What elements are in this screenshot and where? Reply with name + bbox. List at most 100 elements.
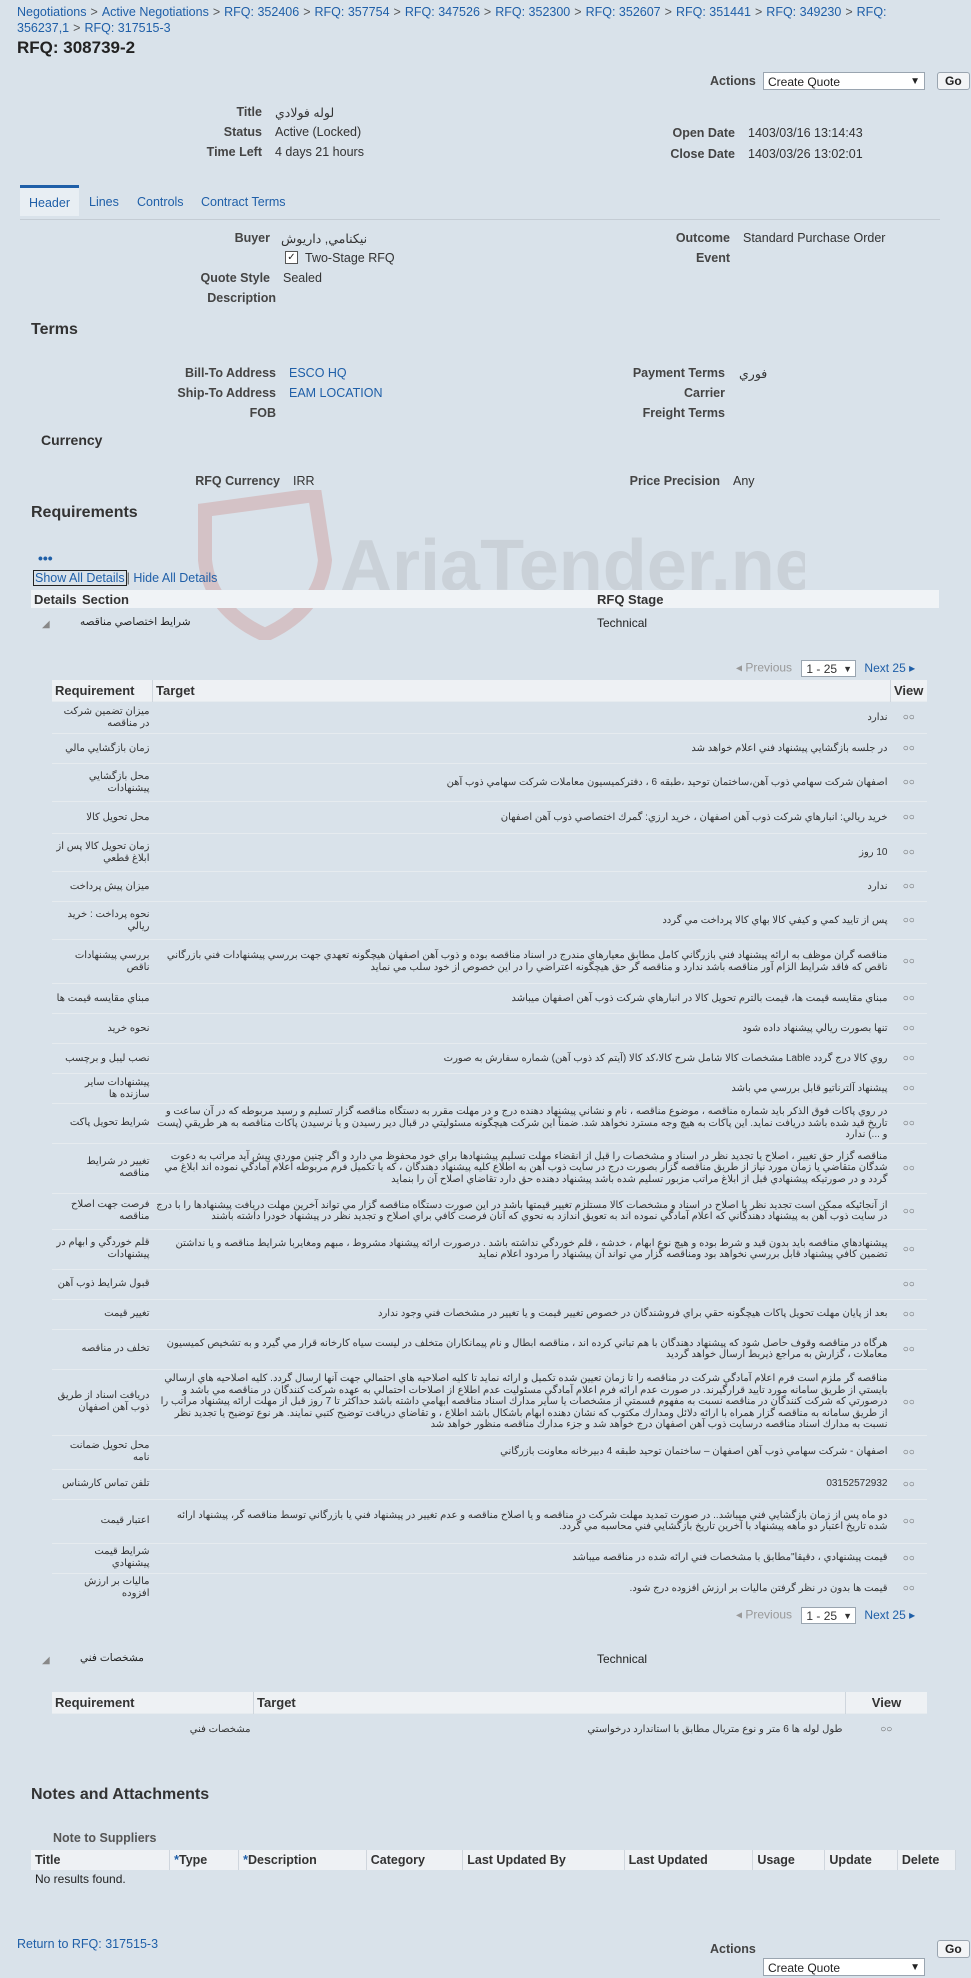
section-name: شرايط اختصاصي مناقصه xyxy=(80,616,191,628)
breadcrumb-link[interactable]: Negotiations xyxy=(17,5,87,19)
table-row: قبول شرايط ذوب آهن ○○ xyxy=(52,1268,927,1299)
previous-link[interactable]: ◂ Previous xyxy=(736,1608,792,1622)
breadcrumb-link[interactable]: RFQ: 317515-3 xyxy=(84,21,170,35)
two-stage-checkbox[interactable]: ✓ xyxy=(285,251,298,264)
requirement-cell: قلم خوردگي و ابهام در پيشنهادات xyxy=(52,1228,153,1269)
col-requirement: Requirement xyxy=(52,1692,254,1714)
view-icon[interactable]: ○○ xyxy=(890,1043,927,1074)
bill-to-link[interactable]: ESCO HQ xyxy=(289,366,347,380)
actions-select-bottom[interactable]: Create Quote ▼ xyxy=(763,1958,925,1976)
view-icon[interactable]: ○○ xyxy=(890,1103,927,1143)
payment-terms-value: فوري xyxy=(739,367,768,381)
view-icon[interactable]: ○○ xyxy=(890,701,927,734)
view-icon[interactable]: ○○ xyxy=(890,1192,927,1229)
requirement-cell: محل تحويل كالا xyxy=(52,801,153,834)
view-icon[interactable]: ○○ xyxy=(890,1468,927,1499)
view-icon[interactable]: ○○ xyxy=(890,1142,927,1193)
chevron-down-icon: ▼ xyxy=(843,1611,853,1621)
view-icon[interactable]: ○○ xyxy=(890,1368,927,1435)
view-icon[interactable]: ○○ xyxy=(890,1298,927,1329)
view-icon[interactable]: ○○ xyxy=(890,1013,927,1044)
breadcrumb-separator: > xyxy=(393,5,401,19)
breadcrumb-link[interactable]: RFQ: 347526 xyxy=(405,5,480,19)
view-icon[interactable]: ○○ xyxy=(890,1328,927,1369)
target-cell: دو ماه پس از زمان بازگشايي فني ميباشد.. … xyxy=(152,1498,891,1543)
requirement-cell: پيشنهادات ساير سازنده ها xyxy=(52,1073,153,1104)
col-details: Details xyxy=(34,592,77,607)
next-link[interactable]: Next 25 ▸ xyxy=(864,1608,915,1622)
actions-select[interactable]: Create Quote ▼ xyxy=(763,72,925,90)
target-cell: هرگاه در مناقصه وقوف حاصل شود كه پيشنهاد… xyxy=(152,1328,891,1369)
requirement-cell: اعتبار قيمت xyxy=(52,1498,153,1543)
view-icon[interactable]: ○○ xyxy=(890,983,927,1014)
breadcrumb-link[interactable]: RFQ: 351441 xyxy=(676,5,751,19)
view-icon[interactable]: ○○ xyxy=(890,833,927,872)
collapse-triangle-icon[interactable]: ◢ xyxy=(42,1655,50,1666)
breadcrumb-link[interactable]: Active Negotiations xyxy=(102,5,209,19)
tab-contract-terms[interactable]: Contract Terms xyxy=(201,195,286,209)
requirement-cell: مشخصات فني xyxy=(52,1713,254,1746)
requirements-table-2: Requirement Target View مشخصات فني طول لو… xyxy=(52,1692,927,1746)
view-icon[interactable]: ○○ xyxy=(890,1572,927,1603)
target-cell: بعد از پايان مهلت تحويل پاكات هيچگونه حق… xyxy=(152,1298,891,1329)
details-toggle: Show All Details | Hide All Details xyxy=(33,570,218,586)
breadcrumb-separator: > xyxy=(754,5,763,19)
ship-to-link[interactable]: EAM LOCATION xyxy=(289,386,383,400)
view-icon[interactable]: ○○ xyxy=(890,1542,927,1573)
bill-to-label: Bill-To Address xyxy=(185,366,276,380)
view-icon[interactable]: ○○ xyxy=(845,1713,927,1746)
table-row: زمان تحويل كالا پس از ابلاغ قطعي 10 روز ○○ xyxy=(52,833,927,872)
col-section: Section xyxy=(82,592,129,607)
view-icon[interactable]: ○○ xyxy=(890,939,927,984)
more-icon[interactable]: ••• xyxy=(38,550,53,566)
table-row: قلم خوردگي و ابهام در پيشنهادات پيشنهادها… xyxy=(52,1228,927,1269)
view-icon[interactable]: ○○ xyxy=(890,1073,927,1104)
target-cell: اصفهان شركت سهامي ذوب آهن،ساختمان توحيد … xyxy=(152,763,891,802)
tab-header[interactable]: Header xyxy=(20,185,79,216)
breadcrumb-link[interactable]: RFQ: 349230 xyxy=(766,5,841,19)
hide-all-details-link[interactable]: Hide All Details xyxy=(133,571,217,585)
breadcrumb-link[interactable]: RFQ: 352406 xyxy=(224,5,299,19)
go-button-bottom[interactable]: Go xyxy=(937,1940,970,1958)
view-icon[interactable]: ○○ xyxy=(890,1268,927,1299)
breadcrumb-link[interactable]: RFQ: 352300 xyxy=(495,5,570,19)
breadcrumb-link[interactable]: RFQ: 357754 xyxy=(315,5,390,19)
view-icon[interactable]: ○○ xyxy=(890,871,927,902)
requirement-cell: بررسي پيشنهادات ناقص xyxy=(52,939,153,984)
breadcrumb-separator: > xyxy=(845,5,853,19)
section-stage: Technical xyxy=(597,1652,648,1666)
section-name: مشخصات فني xyxy=(80,1652,144,1664)
view-icon[interactable]: ○○ xyxy=(890,733,927,764)
target-cell: 03152572932 xyxy=(152,1468,891,1499)
two-stage-label: Two-Stage RFQ xyxy=(305,251,395,265)
go-button[interactable]: Go xyxy=(937,72,970,90)
collapse-triangle-icon[interactable]: ◢ xyxy=(42,619,50,630)
target-cell: قيمت ها بدون در نظر گرفتن ماليات بر ارزش… xyxy=(152,1572,891,1603)
terms-heading: Terms xyxy=(31,321,78,338)
target-cell: تنها بصورت ريالي پيشنهاد داده شود xyxy=(152,1013,891,1044)
view-icon[interactable]: ○○ xyxy=(890,763,927,802)
carrier-label: Carrier xyxy=(684,386,725,400)
show-all-details-link[interactable]: Show All Details xyxy=(33,570,127,586)
table-header-row: Requirement Target View xyxy=(52,680,927,702)
view-icon[interactable]: ○○ xyxy=(890,901,927,940)
view-icon[interactable]: ○○ xyxy=(890,1498,927,1543)
title-label: Title xyxy=(236,105,262,119)
rfq-currency-label: RFQ Currency xyxy=(195,474,280,488)
target-cell: ندارد xyxy=(152,701,891,734)
view-icon[interactable]: ○○ xyxy=(890,1228,927,1269)
page-range-select[interactable]: 1 - 25 ▼ xyxy=(801,1607,857,1624)
view-icon[interactable]: ○○ xyxy=(890,801,927,834)
tab-controls[interactable]: Controls xyxy=(137,195,184,209)
breadcrumb: Negotiations > Active Negotiations > RFQ: 35… xyxy=(17,4,947,36)
page-range-select[interactable]: 1 - 25 ▼ xyxy=(801,660,857,677)
next-link[interactable]: Next 25 ▸ xyxy=(864,661,915,675)
return-link[interactable]: Return to RFQ: 317515-3 xyxy=(17,1937,158,1951)
previous-link[interactable]: ◂ Previous xyxy=(736,661,792,675)
col-description: *Description xyxy=(238,1850,367,1870)
view-icon[interactable]: ○○ xyxy=(890,1434,927,1469)
tab-lines[interactable]: Lines xyxy=(89,195,119,209)
requirement-cell: تلفن تماس كارشناس xyxy=(52,1468,153,1499)
breadcrumb-link[interactable]: RFQ: 352607 xyxy=(586,5,661,19)
target-cell: مناقصه گران موظف به ارائه پيشنهاد فني با… xyxy=(152,939,891,984)
